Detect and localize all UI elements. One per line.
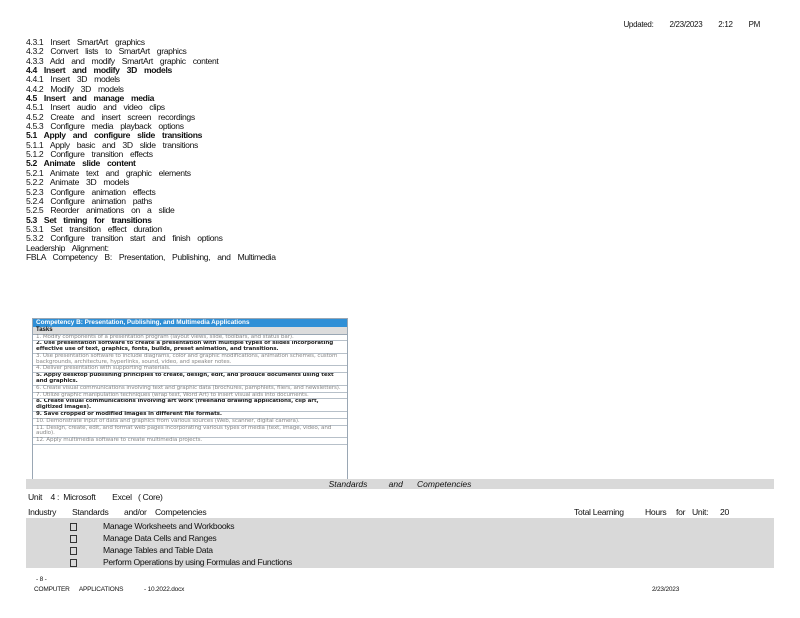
list-item: Manage Data Cells and Ranges — [70, 533, 217, 543]
industry-standards-row: Industry Standards and/or Competencies T… — [28, 507, 773, 517]
unit-colon-label: Unit: — [692, 507, 709, 517]
band-word-standards: Standards — [328, 479, 368, 489]
table-row: 2. Use presentation software to create a… — [33, 340, 347, 354]
standards-label: Standards — [72, 507, 109, 517]
total-learning-label: Total Learning — [574, 507, 624, 517]
table-row: 4. Deliver presentation with supporting … — [33, 366, 347, 374]
updated-ampm: PM — [748, 20, 761, 29]
unit-word-core: ( Core) — [137, 492, 163, 502]
checkbox-icon — [70, 522, 77, 531]
unit-word-excel: Excel — [112, 492, 132, 502]
course-name: COMPUTER APPLICATIONS — [34, 586, 124, 593]
unit-heading: Unit 4 : Microsoft Excel ( Core) — [28, 492, 163, 502]
unit-word-microsoft: Microsoft — [63, 492, 96, 502]
checkbox-icon — [70, 558, 77, 567]
hours-label: Hours — [645, 507, 667, 517]
industry-label: Industry — [28, 507, 57, 517]
footer-date: 2/23/2023 — [652, 586, 680, 593]
table-row: 1. Modify components of a presentation p… — [33, 334, 347, 342]
item-text: Manage Worksheets and Workbooks — [103, 521, 235, 531]
task-list: 1. Modify components of a presentation p… — [33, 334, 347, 446]
item-text: Manage Tables and Table Data — [103, 545, 213, 555]
updated-label: Updated: — [623, 20, 654, 29]
table-row: 5. Apply desktop publishing principles t… — [33, 372, 347, 386]
table-row: 7. Utilize graphic manipulation techniqu… — [33, 392, 347, 400]
band-word-competencies: Competencies — [417, 479, 472, 489]
item-text: Perform Operations by using Formulas and… — [103, 557, 292, 567]
table-row: 12. Apply multimedia software to create … — [33, 437, 347, 446]
list-item: Manage Tables and Table Data — [70, 545, 213, 555]
unit-label: Unit — [28, 492, 43, 502]
page-number: - 8 - — [36, 576, 47, 583]
competency-table: Competency B: Presentation, Publishing, … — [32, 318, 348, 480]
list-item: Perform Operations by using Formulas and… — [70, 557, 292, 567]
outline-line: FBLA Competency B: Presentation, Publish… — [26, 251, 276, 262]
andor-label: and/or — [124, 507, 147, 517]
table-title: Competency B: Presentation, Publishing, … — [33, 319, 347, 327]
band-word-and: and — [388, 479, 403, 489]
list-item: Manage Worksheets and Workbooks — [70, 521, 235, 531]
standards-outline: 4.3.1 Insert SmartArt graphics 4.3.2 Conv… — [26, 37, 276, 262]
checkbox-icon — [70, 546, 77, 555]
competencies-label: Competencies — [155, 507, 207, 517]
competency-items: Manage Worksheets and Workbooks Manage D… — [26, 518, 774, 568]
unit-number: 4 : — [50, 492, 60, 502]
updated-stamp: Updated: 2/23/2023 2:12 PM — [609, 20, 760, 29]
for-label: for — [676, 507, 686, 517]
item-text: Manage Data Cells and Ranges — [103, 533, 217, 543]
checkbox-icon — [70, 534, 77, 543]
updated-time: 2:12 — [718, 20, 733, 29]
updated-date: 2/23/2023 — [669, 20, 703, 29]
standards-band: Standards and Competencies — [26, 479, 774, 489]
document-name: - 10.2022.docx — [144, 586, 185, 593]
total-hours-value: 20 — [720, 507, 729, 517]
